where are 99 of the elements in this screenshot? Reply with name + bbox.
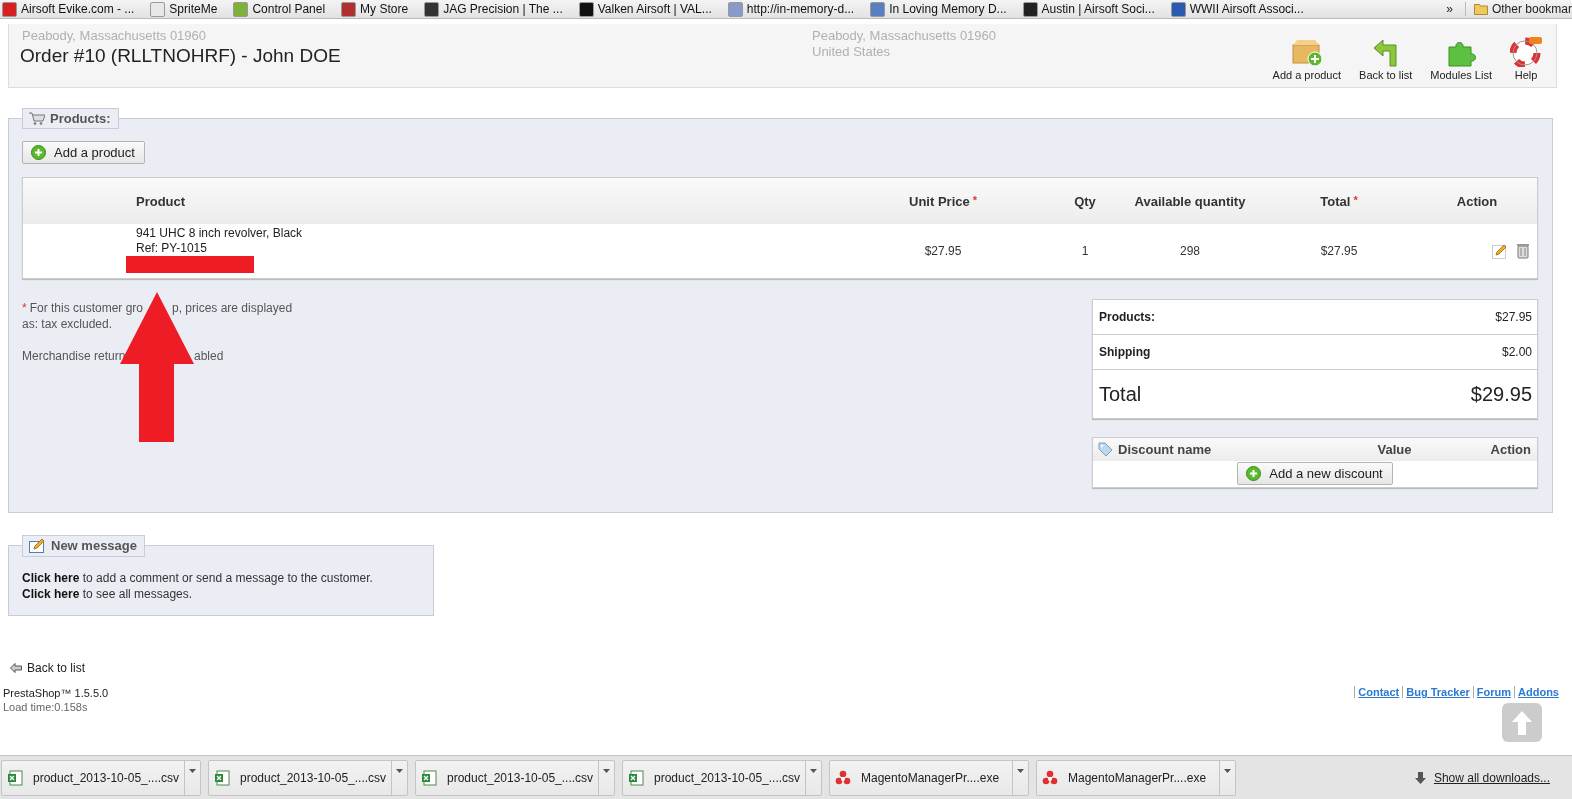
bookmark[interactable]: My Store <box>339 1 409 17</box>
total-value: $2.00 <box>1501 345 1532 359</box>
bookmark[interactable]: WWII Airsoft Associ... <box>1168 1 1304 17</box>
column-header: Action <box>1490 442 1531 457</box>
caret-icon <box>1017 768 1024 773</box>
bookmark[interactable]: Airsoft Evike.com - ... <box>0 1 135 17</box>
file-name: product_2013-10-05_....csv <box>447 770 594 785</box>
table-cell-text: 1 <box>1080 244 1090 258</box>
bookmark[interactable]: SpriteMe <box>148 1 218 17</box>
download-item[interactable]: MagentoManagerPr....exe <box>829 759 1029 796</box>
toolbar-button[interactable]: Back to list <box>1359 37 1413 81</box>
up-arrow-icon <box>1511 709 1533 736</box>
download-item[interactable]: MagentoManagerPr....exe <box>1036 759 1236 796</box>
toolbar-button[interactable]: Modules List <box>1430 37 1492 81</box>
column-header: Available quantity <box>1133 193 1247 209</box>
bookmark[interactable]: Austin | Airsoft Soci... <box>1020 1 1155 17</box>
note-text: abled <box>194 348 224 364</box>
caret-icon <box>603 768 610 773</box>
faded-address: Peabody, Massachusetts 01960 <box>22 28 207 44</box>
show-all-downloads-link[interactable]: Show all downloads... <box>1414 770 1550 785</box>
download-item[interactable]: product_2013-10-05_....csv <box>1 759 201 796</box>
table-cell-text: 298 <box>1179 244 1201 258</box>
note-text: Merchandise return <box>22 349 126 363</box>
trash-icon[interactable] <box>1517 243 1529 259</box>
column-header: Value <box>1377 442 1412 457</box>
app-icon <box>1042 769 1058 786</box>
table-cell-text: $27.95 <box>923 244 963 258</box>
bookmark[interactable]: In Loving Memory D... <box>868 1 1007 17</box>
add-discount-button[interactable]: Add a new discount <box>1237 462 1393 485</box>
bookmark[interactable]: JAG Precision | The ... <box>422 1 563 17</box>
note-text: * For this customer gro <box>22 301 144 315</box>
add-icon <box>1246 466 1262 481</box>
product-ref: Ref: PY-1015 <box>136 240 208 256</box>
package-add-icon <box>1290 37 1323 67</box>
cart-icon <box>29 112 45 125</box>
more-bookmarks[interactable]: » <box>1446 2 1453 16</box>
file-name: MagentoManagerPr....exe <box>1068 770 1207 785</box>
caret-icon <box>189 768 196 773</box>
bookmark-folder[interactable]: Other bookmar <box>1464 2 1572 16</box>
caret-icon <box>810 768 817 773</box>
toolbar-button[interactable]: Add a product <box>1272 37 1342 81</box>
footer-link[interactable]: Addons <box>1514 686 1562 698</box>
column-header: Total * <box>1319 193 1359 209</box>
total-label: Shipping <box>1099 345 1151 359</box>
legend-text: Products: <box>50 111 111 126</box>
page-title: Order #10 (RLLTNOHRF) - John DOE <box>20 45 341 67</box>
spreadsheet-icon <box>214 769 230 786</box>
toolbar-button[interactable]: Help <box>1510 37 1542 81</box>
file-name: product_2013-10-05_....csv <box>33 770 180 785</box>
back-arrow-icon <box>10 663 22 673</box>
bookmark[interactable]: Valken Airsoft | VAL... <box>576 1 712 17</box>
folder-icon <box>1473 3 1488 15</box>
total-value: $27.95 <box>1495 310 1532 324</box>
note-text: as: tax excluded. <box>22 316 114 332</box>
download-icon <box>1414 771 1426 784</box>
column-header: Action <box>1455 193 1499 209</box>
file-name: product_2013-10-05_....csv <box>240 770 387 785</box>
click-here-link[interactable]: Click here <box>22 587 80 601</box>
total-label: Total <box>1099 382 1142 406</box>
message-sentence: Click here to see all messages. <box>22 586 194 602</box>
column-header: Discount name <box>1118 442 1212 457</box>
file-name: MagentoManagerPr....exe <box>861 770 1000 785</box>
total-value: $29.95 <box>1470 382 1532 406</box>
add-product-button[interactable]: Add a product <box>22 141 145 164</box>
spreadsheet-icon <box>628 769 644 786</box>
add-icon <box>31 145 46 160</box>
spreadsheet-icon <box>421 769 437 786</box>
column-header: Product <box>136 193 187 209</box>
legend-text: New message <box>51 538 137 554</box>
download-item[interactable]: product_2013-10-05_....csv <box>622 759 822 796</box>
edit-icon[interactable] <box>1492 243 1508 259</box>
column-header: Unit Price * <box>908 193 978 209</box>
click-here-link[interactable]: Click here <box>22 571 80 585</box>
product-name: 941 UHC 8 inch revolver, Black <box>136 225 304 241</box>
footer-link[interactable]: Contact <box>1354 686 1403 698</box>
caret-icon <box>1224 768 1231 773</box>
note-text: p, prices are displayed <box>172 300 293 316</box>
app-icon <box>835 769 851 786</box>
total-label: Products: <box>1099 310 1155 324</box>
load-time: Load time:0.158s <box>3 700 89 714</box>
footer-link[interactable]: Bug Tracker <box>1402 686 1473 698</box>
scroll-top-button[interactable] <box>1502 703 1542 742</box>
note-icon <box>29 539 46 553</box>
footer-link[interactable]: Forum <box>1472 686 1515 698</box>
file-name: product_2013-10-05_....csv <box>654 770 801 785</box>
download-item[interactable]: product_2013-10-05_....csv <box>208 759 408 796</box>
lifebuoy-icon <box>1510 37 1542 67</box>
bookmark[interactable]: http://in-memory-d... <box>725 1 855 17</box>
caret-icon <box>396 768 403 773</box>
back-link[interactable]: Back to list <box>10 661 86 675</box>
faded-address: Peabody, Massachusetts 01960 United States <box>812 28 997 60</box>
version-text: PrestaShop™ 1.5.5.0 <box>3 686 109 700</box>
tag-icon <box>1098 442 1113 457</box>
column-header: Qty <box>1073 193 1097 209</box>
download-item[interactable]: product_2013-10-05_....csv <box>415 759 615 796</box>
bookmark[interactable]: Control Panel <box>231 1 326 17</box>
message-sentence: Click here to add a comment or send a message to the customer. <box>22 570 374 586</box>
spreadsheet-icon <box>7 769 23 786</box>
table-cell-text: $27.95 <box>1319 244 1359 258</box>
